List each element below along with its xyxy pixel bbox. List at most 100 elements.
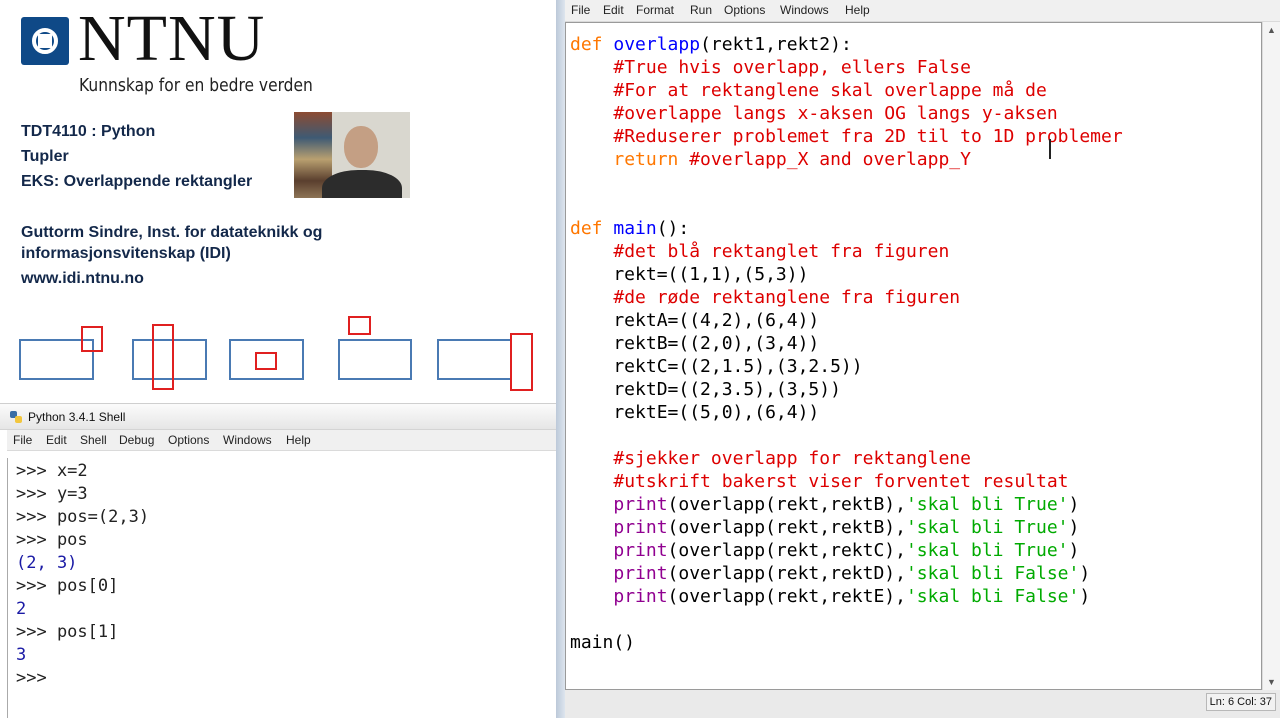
code-token: print [613,517,668,538]
code-token: #True hvis overlapp, ellers False [613,57,971,78]
code-line: main() [570,631,635,654]
code-token: print [613,494,668,515]
scroll-down-arrow-icon[interactable]: ▼ [1267,677,1276,687]
shell-menu-shell[interactable]: Shell [80,433,107,447]
code-token: #de røde rektanglene fra figuren [613,287,961,308]
code-token: rekt=((1,1),(5,3)) [570,264,809,285]
shell-line: >>> pos[1] [16,622,119,642]
red-rectangle-d [348,316,371,335]
editor-menu-file[interactable]: File [571,3,590,17]
code-token: ) [1068,540,1080,561]
shell-menu-help[interactable]: Help [286,433,311,447]
code-token: (overlapp(rekt,rektB), [667,494,906,515]
shell-menu-file[interactable]: File [13,433,32,447]
shell-text-area[interactable]: >>> x=2 >>> y=3 >>> pos=(2,3) >>> pos (2… [7,458,556,718]
code-line: print(overlapp(rekt,rektE),'skal bli Fal… [570,585,1090,608]
code-token: rektA=((4,2),(6,4)) [570,310,820,331]
ntnu-tagline: Kunnskap for en bedre verden [79,75,313,96]
code-line: rektA=((4,2),(6,4)) [570,309,819,332]
code-token: print [613,586,668,607]
code-token: (): [656,218,690,239]
code-token: #overlapp_X and overlapp_Y [689,149,971,170]
code-token: print [613,563,668,584]
code-token: ) [1079,586,1091,607]
shell-prompt[interactable]: >>> [16,667,57,690]
python-icon [10,411,22,423]
code-token: #Reduserer problemet fra 2D til to 1D pr… [613,126,1123,147]
code-token: 'skal bli False' [905,563,1080,584]
blue-rectangle-e [437,339,512,380]
shell-title: Python 3.4.1 Shell [28,410,126,424]
code-editor-text-area[interactable]: def overlapp(rekt1,rekt2): #True hvis ov… [565,22,1262,690]
text-cursor-icon [1049,139,1051,159]
shell-output: (2, 3) [16,553,78,573]
code-line: rekt=((1,1),(5,3)) [570,263,808,286]
editor-menu-edit[interactable]: Edit [603,3,624,17]
code-line: #True hvis overlapp, ellers False [570,56,971,79]
shell-output: 2 [16,599,27,619]
shell-title-bar[interactable]: Python 3.4.1 Shell [0,403,556,430]
code-line: print(overlapp(rekt,rektB),'skal bli Tru… [570,516,1079,539]
editor-menu-windows[interactable]: Windows [780,3,829,17]
code-token: 'skal bli False' [905,586,1080,607]
code-line: #utskrift bakerst viser forventet result… [570,470,1068,493]
code-token: 'skal bli True' [905,540,1069,561]
shell-menu-edit[interactable]: Edit [46,433,67,447]
code-token: ) [1079,563,1091,584]
scroll-up-arrow-icon[interactable]: ▲ [1267,25,1276,35]
shell-menu-windows[interactable]: Windows [223,433,272,447]
code-token: ) [1068,494,1080,515]
red-rectangle-c [255,352,277,370]
author-line-2: informasjonsvitenskap (IDI) [21,245,231,262]
editor-scrollbar[interactable]: ▲ ▼ [1262,22,1280,690]
code-token: overlapp [613,34,701,55]
code-token: (overlapp(rekt,rektD), [667,563,906,584]
code-token: def [570,218,614,239]
code-token: 'skal bli True' [905,494,1069,515]
code-token: print [613,540,668,561]
editor-menu-options[interactable]: Options [724,3,765,17]
code-line: print(overlapp(rekt,rektB),'skal bli Tru… [570,493,1079,516]
code-token: rektE=((5,0),(6,4)) [570,402,820,423]
ntnu-logo-text: NTNU [78,2,266,75]
shell-line: >>> pos [16,530,88,550]
shell-menu-debug[interactable]: Debug [119,433,154,447]
code-token: (overlapp(rekt,rektC), [667,540,906,561]
shell-menubar: File Edit Shell Debug Options Windows He… [7,430,556,451]
topic-title: Tupler [21,148,69,165]
code-line: return #overlapp_X and overlapp_Y [570,148,971,171]
python-shell-window[interactable]: Python 3.4.1 Shell File Edit Shell Debug… [0,403,556,718]
editor-menu-run[interactable]: Run [690,3,712,17]
shell-menu-options[interactable]: Options [168,433,209,447]
red-rectangle-b [152,324,174,390]
editor-status-bar: Ln: 6 Col: 37 [565,690,1280,712]
editor-window[interactable]: File Edit Format Run Options Windows Hel… [556,0,1280,718]
code-token: main() [570,632,636,653]
editor-menu-help[interactable]: Help [845,3,870,17]
webcam-video [294,112,410,198]
code-line: rektC=((2,1.5),(3,2.5)) [570,355,862,378]
code-line: #For at rektanglene skal overlappe må de [570,79,1046,102]
code-line: print(overlapp(rekt,rektD),'skal bli Fal… [570,562,1090,585]
shell-output: 3 [16,645,27,665]
code-line: #de røde rektanglene fra figuren [570,286,960,309]
code-token: return [613,149,690,170]
lecture-slide: NTNU Kunnskap for en bedre verden TDT411… [0,0,556,403]
code-token: #overlappe langs x-aksen OG langs y-akse… [613,103,1058,124]
editor-menu-format[interactable]: Format [636,3,674,17]
code-token: #sjekker overlapp for rektanglene [613,448,971,469]
author-line-1: Guttorm Sindre, Inst. for datateknikk og [21,224,323,241]
cursor-position: Ln: 6 Col: 37 [1205,693,1276,711]
code-token: ) [1068,517,1080,538]
code-line: rektD=((2,3.5),(3,5)) [570,378,841,401]
red-rectangle-a [81,326,103,352]
